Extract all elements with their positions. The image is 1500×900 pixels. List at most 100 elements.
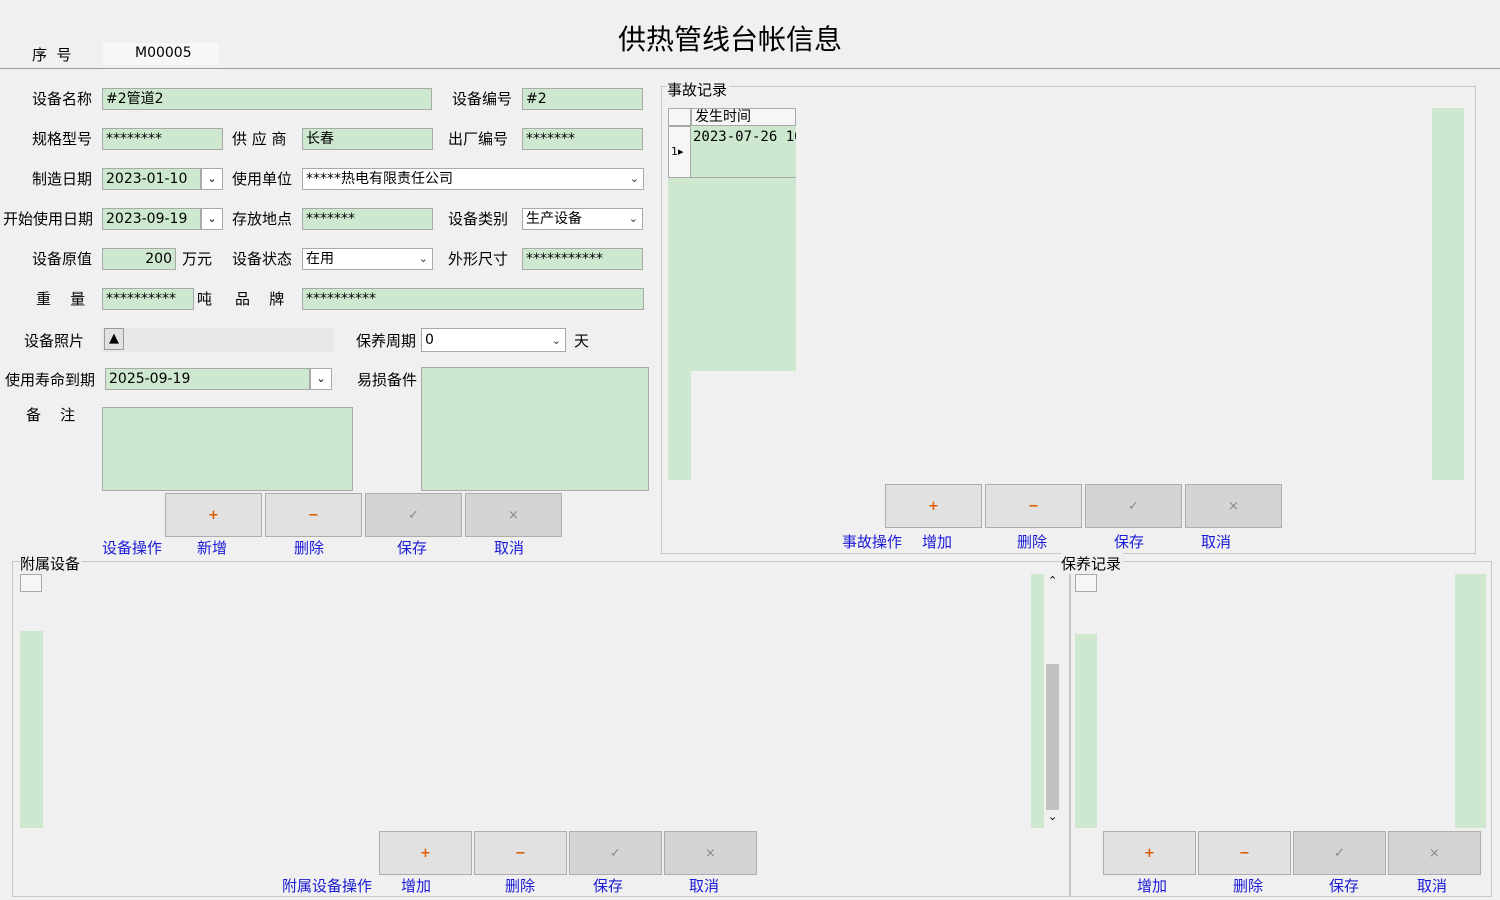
parts-label: 易损备件 <box>357 371 418 389</box>
device-add-button[interactable]: + <box>165 493 262 537</box>
minus-icon: − <box>1028 498 1039 514</box>
serial-field: M00005 <box>103 43 219 65</box>
check-icon: ✓ <box>1334 845 1345 861</box>
name-field[interactable]: #2管道2 <box>102 88 432 110</box>
accident-delete-button[interactable]: − <box>985 484 1082 528</box>
x-icon: × <box>508 507 519 523</box>
accident-column-header[interactable]: 发生时间 <box>691 108 796 126</box>
device-save-link[interactable]: 保存 <box>397 537 427 558</box>
header-divider <box>0 68 1500 69</box>
accident-cancel-button[interactable]: × <box>1185 484 1282 528</box>
plus-icon: + <box>420 845 431 861</box>
start-date-field[interactable]: 2023-09-19 <box>102 208 201 230</box>
check-icon: ✓ <box>610 845 621 861</box>
weight-unit: 吨 <box>197 290 213 308</box>
attached-add-button[interactable]: + <box>379 831 472 875</box>
device-cancel-button[interactable]: × <box>465 493 562 537</box>
attached-cancel-button[interactable]: × <box>664 831 757 875</box>
brand-label: 品 牌 <box>235 290 285 308</box>
plus-icon: + <box>1144 845 1155 861</box>
code-field[interactable]: #2 <box>522 88 643 110</box>
plus-icon: + <box>208 507 219 523</box>
attached-grid-right <box>1031 574 1044 828</box>
life-date-picker-button[interactable]: ⌄ <box>310 368 332 390</box>
maintenance-cancel-button[interactable]: × <box>1388 831 1481 875</box>
attached-delete-button[interactable]: − <box>474 831 567 875</box>
spec-field[interactable]: ******** <box>102 128 223 150</box>
cycle-label: 保养周期 <box>356 332 417 350</box>
maintenance-save-button[interactable]: ✓ <box>1293 831 1386 875</box>
attached-ops-label: 附属设备操作 <box>282 877 373 895</box>
maintenance-grid-corner[interactable] <box>1075 574 1097 592</box>
device-delete-link[interactable]: 删除 <box>294 537 324 558</box>
chevron-down-icon: ⌄ <box>418 252 428 265</box>
attached-scrollbar[interactable]: ⌃ ⌄ <box>1045 574 1060 828</box>
attached-add-link[interactable]: 增加 <box>401 875 431 896</box>
spec-label: 规格型号 <box>32 130 93 148</box>
attached-cancel-link[interactable]: 取消 <box>689 875 719 896</box>
size-field[interactable]: *********** <box>522 248 643 270</box>
accident-save-link[interactable]: 保存 <box>1114 531 1144 552</box>
maintenance-save-link[interactable]: 保存 <box>1329 875 1359 896</box>
start-date-picker-button[interactable]: ⌄ <box>201 208 223 230</box>
life-field[interactable]: 2025-09-19 <box>105 368 310 390</box>
accident-delete-link[interactable]: 删除 <box>1017 531 1047 552</box>
scrollbar-thumb[interactable] <box>1046 664 1059 810</box>
device-save-button[interactable]: ✓ <box>365 493 462 537</box>
remark-textarea[interactable] <box>102 407 353 491</box>
device-delete-button[interactable]: − <box>265 493 362 537</box>
status-select[interactable]: 在用 ⌄ <box>302 248 433 270</box>
weight-field[interactable]: ********** <box>102 288 194 310</box>
maintenance-delete-link[interactable]: 删除 <box>1233 875 1263 896</box>
code-label: 设备编号 <box>452 90 513 108</box>
accident-save-button[interactable]: ✓ <box>1085 484 1182 528</box>
photo-box[interactable] <box>102 328 334 352</box>
supplier-field[interactable]: 长春 <box>302 128 433 150</box>
accident-add-link[interactable]: 增加 <box>922 531 952 552</box>
accident-cancel-link[interactable]: 取消 <box>1201 531 1231 552</box>
row-pointer-icon: ▸ <box>678 145 684 158</box>
maintenance-title: 保养记录 <box>1061 553 1124 574</box>
attached-save-link[interactable]: 保存 <box>593 875 623 896</box>
factory-no-field[interactable]: ******* <box>522 128 643 150</box>
attached-delete-link[interactable]: 删除 <box>505 875 535 896</box>
parts-textarea[interactable] <box>421 367 649 491</box>
device-add-link[interactable]: 新增 <box>197 537 227 558</box>
photo-label: 设备照片 <box>24 332 85 350</box>
mfg-date-picker-button[interactable]: ⌄ <box>201 168 223 190</box>
scroll-up-icon[interactable]: ⌃ <box>1048 574 1057 587</box>
maintenance-add-button[interactable]: + <box>1103 831 1196 875</box>
maintenance-delete-button[interactable]: − <box>1198 831 1291 875</box>
device-ops-label: 设备操作 <box>102 539 163 557</box>
accident-add-button[interactable]: + <box>885 484 982 528</box>
chevron-down-icon: ⌄ <box>551 334 561 347</box>
maintenance-cancel-link[interactable]: 取消 <box>1417 875 1447 896</box>
minus-icon: − <box>515 845 526 861</box>
start-date-label: 开始使用日期 <box>3 210 94 228</box>
photo-upload-button[interactable]: ▲ <box>104 328 124 350</box>
scroll-down-icon[interactable]: ⌄ <box>1048 810 1057 823</box>
device-cancel-link[interactable]: 取消 <box>494 537 524 558</box>
accident-cell[interactable]: 2023-07-26 10 <box>691 126 796 178</box>
triangle-up-icon: ▲ <box>109 331 119 346</box>
attached-save-button[interactable]: ✓ <box>569 831 662 875</box>
x-icon: × <box>1429 845 1440 861</box>
minus-icon: − <box>1239 845 1250 861</box>
brand-field[interactable]: ********** <box>302 288 644 310</box>
category-select[interactable]: 生产设备 ⌄ <box>522 208 643 230</box>
page-title: 供热管线台帐信息 <box>617 23 842 56</box>
accident-row-header[interactable]: 1▸ <box>668 126 691 178</box>
mfg-date-field[interactable]: 2023-01-10 <box>102 168 201 190</box>
maintenance-add-link[interactable]: 增加 <box>1137 875 1167 896</box>
supplier-label: 供 应 商 <box>232 130 287 148</box>
orig-value-field[interactable]: 200 <box>102 248 176 270</box>
accident-title: 事故记录 <box>667 79 730 100</box>
attached-grid-corner[interactable] <box>20 574 42 592</box>
orig-value-label: 设备原值 <box>32 250 93 268</box>
check-icon: ✓ <box>1128 498 1139 514</box>
cycle-select[interactable]: 0 ⌄ <box>421 328 566 352</box>
location-field[interactable]: ******* <box>302 208 433 230</box>
unit-select[interactable]: *****热电有限责任公司 ⌄ <box>302 168 644 190</box>
row-number: 1 <box>671 145 678 158</box>
cycle-select-value: 0 <box>425 332 434 348</box>
